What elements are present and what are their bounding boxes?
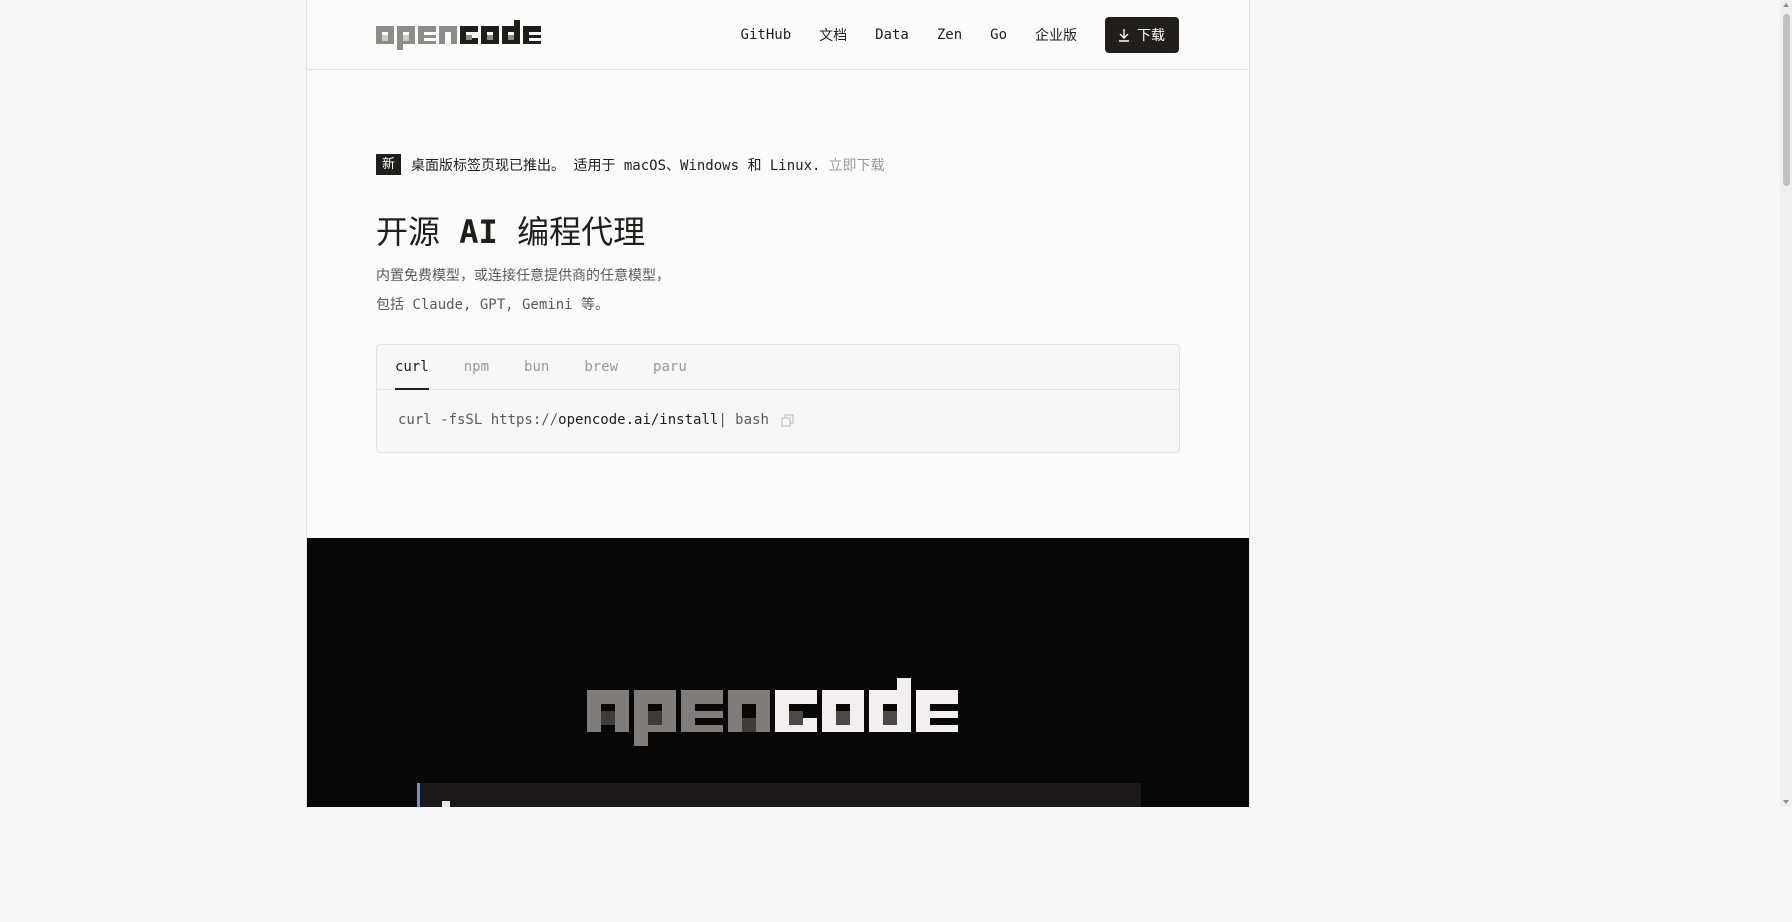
hero-subtitle-line2: 包括 Claude, GPT, Gemini 等。: [376, 297, 610, 313]
nav-enterprise[interactable]: 企业版: [1035, 25, 1077, 45]
download-button-label: 下载: [1137, 28, 1165, 44]
install-command[interactable]: curl -fsSL https://opencode.ai/install |…: [398, 412, 794, 428]
terminal-preview: [417, 783, 1141, 807]
hero-title-pre: 开源: [376, 213, 460, 251]
terminal-showcase: [307, 538, 1249, 807]
announcement-bar: 新 桌面版标签页现已推出。 适用于 macOS、Windows 和 Linux.…: [376, 154, 884, 175]
tab-paru[interactable]: paru: [653, 345, 687, 390]
install-box: curl npm bun brew paru curl -fsSL https:…: [376, 344, 1180, 453]
new-badge: 新: [376, 154, 402, 175]
download-now-link[interactable]: 立即下载: [828, 155, 884, 175]
nav-github[interactable]: GitHub: [741, 27, 792, 43]
install-command-pre: curl -fsSL https://: [398, 412, 559, 428]
announcement-text: 桌面版标签页现已推出。 适用于 macOS、Windows 和 Linux.: [411, 157, 821, 174]
scroll-down-arrow[interactable]: [1783, 800, 1789, 804]
tab-curl[interactable]: curl: [395, 345, 429, 390]
site-header: GitHub 文档 Data Zen Go 企业版 下载: [307, 0, 1249, 70]
nav-data[interactable]: Data: [875, 27, 909, 43]
tab-bun[interactable]: bun: [524, 345, 549, 390]
main-nav: GitHub 文档 Data Zen Go 企业版 下载: [741, 17, 1179, 53]
nav-zen[interactable]: Zen: [937, 27, 962, 43]
opencode-logo[interactable]: [376, 20, 544, 50]
terminal-cursor: [442, 801, 450, 807]
download-icon: [1119, 29, 1129, 42]
scrollbar-thumb[interactable]: [1783, 14, 1790, 186]
page-scrollbar[interactable]: [1780, 0, 1792, 807]
hero-title: 开源 AI 编程代理: [376, 207, 645, 253]
install-command-post: | bash: [718, 412, 769, 428]
download-button[interactable]: 下载: [1105, 17, 1179, 53]
page-container: GitHub 文档 Data Zen Go 企业版 下载 新 桌面版标签页现已推…: [306, 0, 1250, 807]
copy-icon[interactable]: [781, 414, 794, 427]
install-command-host: opencode.ai/install: [558, 412, 719, 428]
install-tabs: curl npm bun brew paru: [377, 345, 1179, 390]
nav-docs[interactable]: 文档: [819, 25, 847, 45]
tab-npm[interactable]: npm: [464, 345, 489, 390]
opencode-logo-large: [587, 678, 958, 746]
hero-subtitle-line1: 内置免费模型，或连接任意提供商的任意模型，: [376, 268, 670, 284]
nav-go[interactable]: Go: [990, 27, 1007, 43]
tab-brew[interactable]: brew: [584, 345, 618, 390]
hero-title-post: 编程代理: [497, 213, 646, 251]
hero-subtitle: 内置免费模型，或连接任意提供商的任意模型， 包括 Claude, GPT, Ge…: [376, 262, 670, 320]
hero-title-bold: AI: [459, 213, 498, 251]
scroll-up-arrow[interactable]: [1783, 3, 1789, 7]
